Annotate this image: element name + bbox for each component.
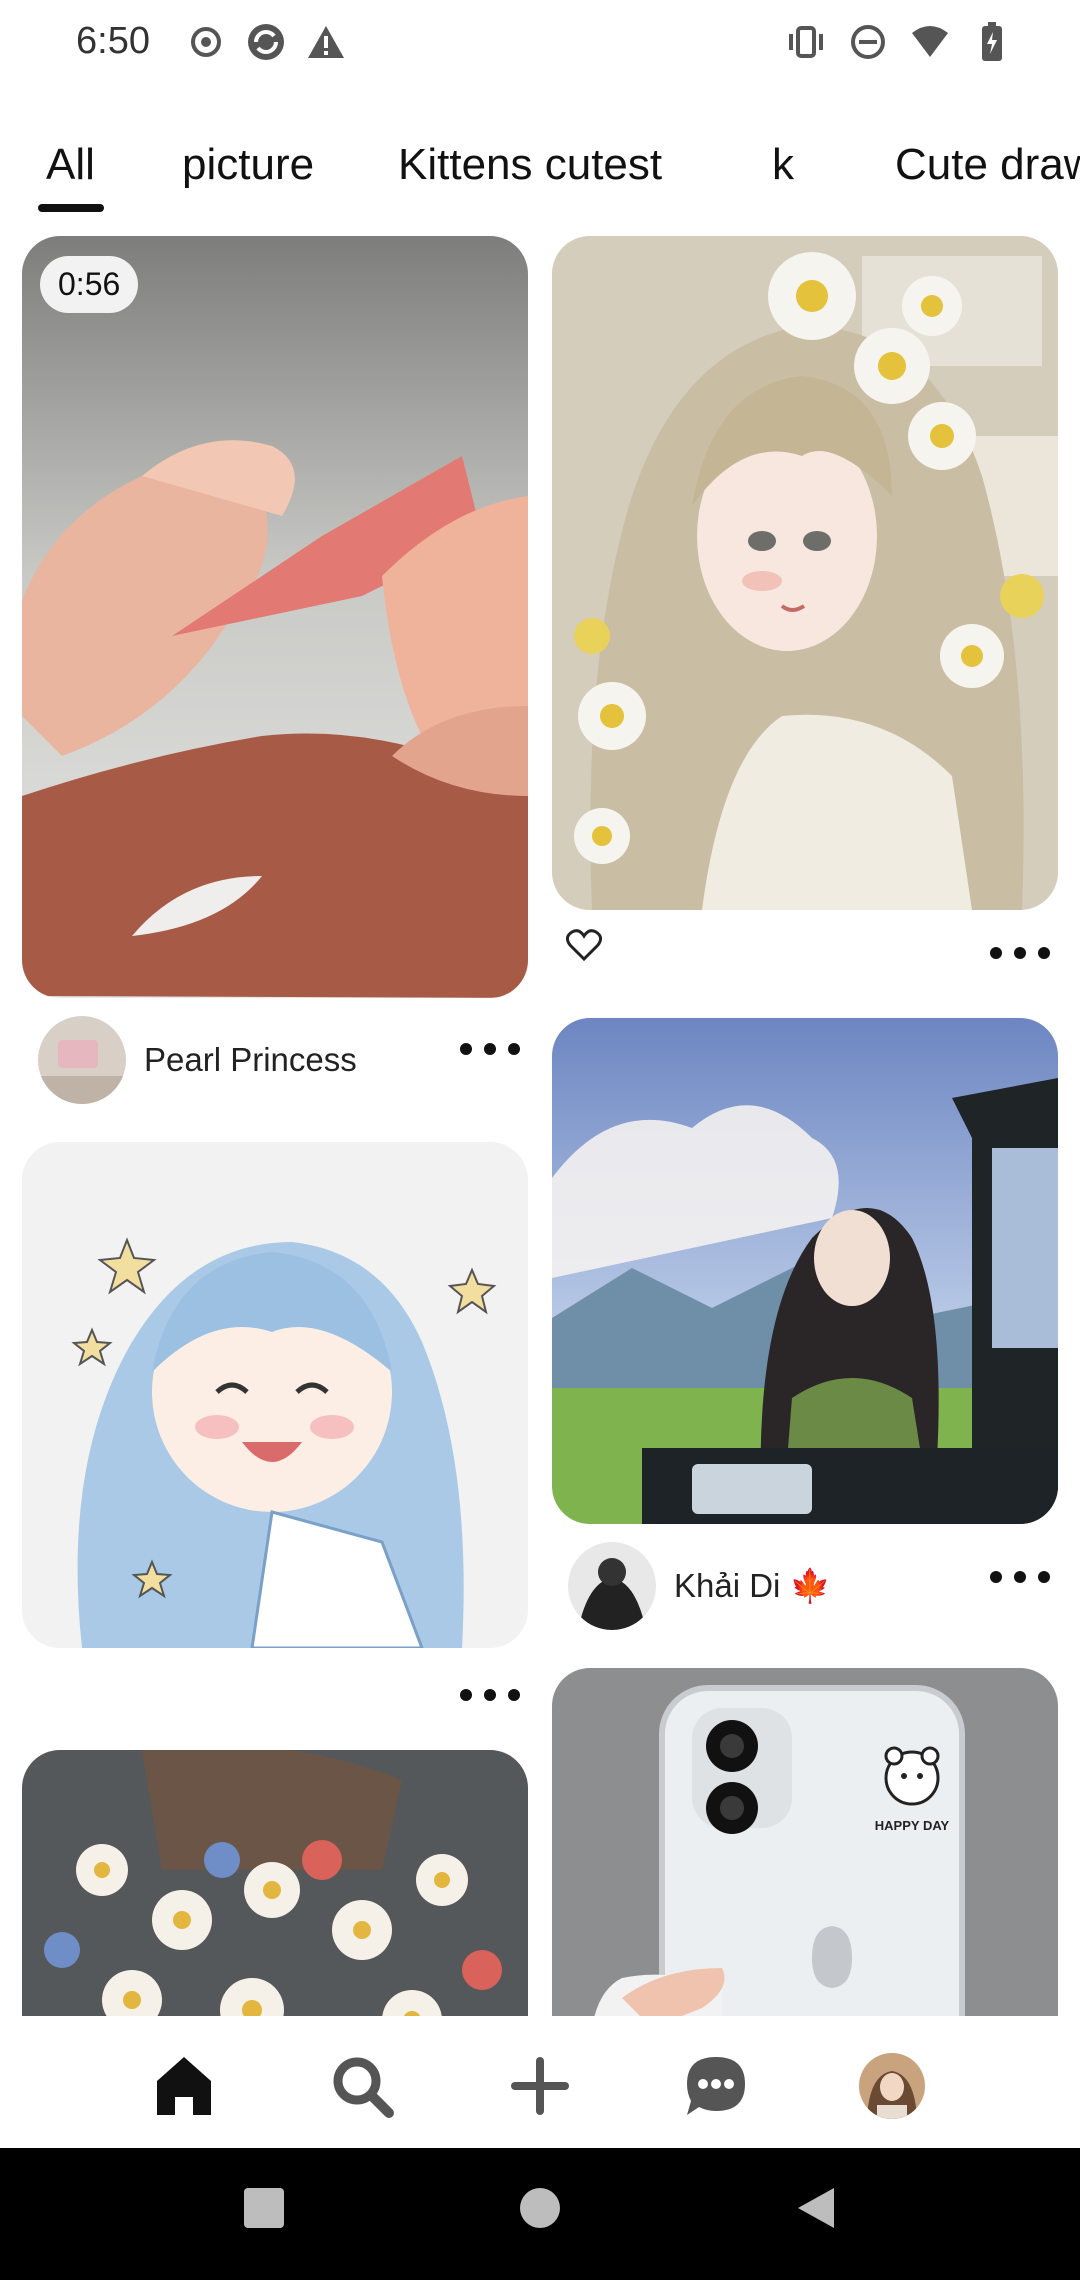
status-time: 6:50 <box>76 20 150 62</box>
sync-icon <box>246 22 286 62</box>
tab-k[interactable]: k <box>772 140 794 190</box>
pin-author[interactable]: Pearl Princess <box>38 1016 357 1104</box>
tab-picture[interactable]: picture <box>182 140 314 190</box>
warning-icon <box>306 22 346 62</box>
image-pin[interactable] <box>552 1018 1058 1524</box>
avatar <box>568 1542 656 1630</box>
tab-all[interactable]: All <box>46 140 95 190</box>
search-icon[interactable] <box>322 2046 402 2126</box>
record-icon <box>186 22 226 62</box>
image-pin[interactable] <box>22 1142 528 1648</box>
home-icon[interactable] <box>144 2046 224 2126</box>
wifi-icon <box>910 22 950 62</box>
more-options-icon[interactable] <box>990 938 1050 968</box>
board-tabs: All picture Kittens cutest k Cute draw <box>0 140 1080 220</box>
pin-image <box>22 1750 528 2016</box>
tab-kittens-cutest[interactable]: Kittens cutest <box>398 140 662 190</box>
avatar <box>38 1016 126 1104</box>
case-text: HAPPY DAY <box>875 1818 950 1833</box>
system-nav-bar <box>0 2148 1080 2280</box>
bottom-nav <box>0 2016 1080 2148</box>
add-icon[interactable] <box>500 2046 580 2126</box>
pin-author[interactable]: Khải Di 🍁 <box>568 1542 831 1630</box>
image-pin[interactable] <box>22 1750 528 2016</box>
battery-icon <box>972 22 1012 62</box>
heart-icon[interactable] <box>565 928 603 967</box>
video-duration-badge: 0:56 <box>40 256 139 313</box>
profile-avatar[interactable] <box>852 2046 932 2126</box>
vibrate-icon <box>786 22 826 62</box>
image-pin[interactable] <box>552 236 1058 910</box>
author-name: Khải Di 🍁 <box>674 1566 831 1604</box>
pin-image: HAPPY DAY <box>552 1668 1058 2016</box>
image-pin[interactable]: HAPPY DAY <box>552 1668 1058 2016</box>
home-button[interactable] <box>518 2186 562 2235</box>
pin-image <box>22 1142 528 1648</box>
back-button[interactable] <box>794 2186 838 2235</box>
messages-icon[interactable] <box>676 2046 756 2126</box>
video-thumbnail <box>22 236 528 998</box>
more-options-icon[interactable] <box>990 1562 1050 1592</box>
active-tab-indicator <box>38 204 104 212</box>
tab-cute-draw[interactable]: Cute draw <box>895 140 1080 190</box>
author-name: Pearl Princess <box>144 1041 357 1078</box>
more-options-icon[interactable] <box>460 1034 520 1064</box>
video-pin[interactable]: 0:56 <box>22 236 528 998</box>
more-options-icon[interactable] <box>460 1680 520 1710</box>
dnd-icon <box>848 22 888 62</box>
pin-image <box>552 1018 1058 1524</box>
recents-button[interactable] <box>242 2186 286 2235</box>
status-bar: 6:50 <box>0 0 1080 90</box>
pin-feed[interactable]: 0:56 Pearl Princess Khải Di 🍁 HAPPY DAY <box>0 236 1080 2016</box>
pin-image <box>552 236 1058 910</box>
